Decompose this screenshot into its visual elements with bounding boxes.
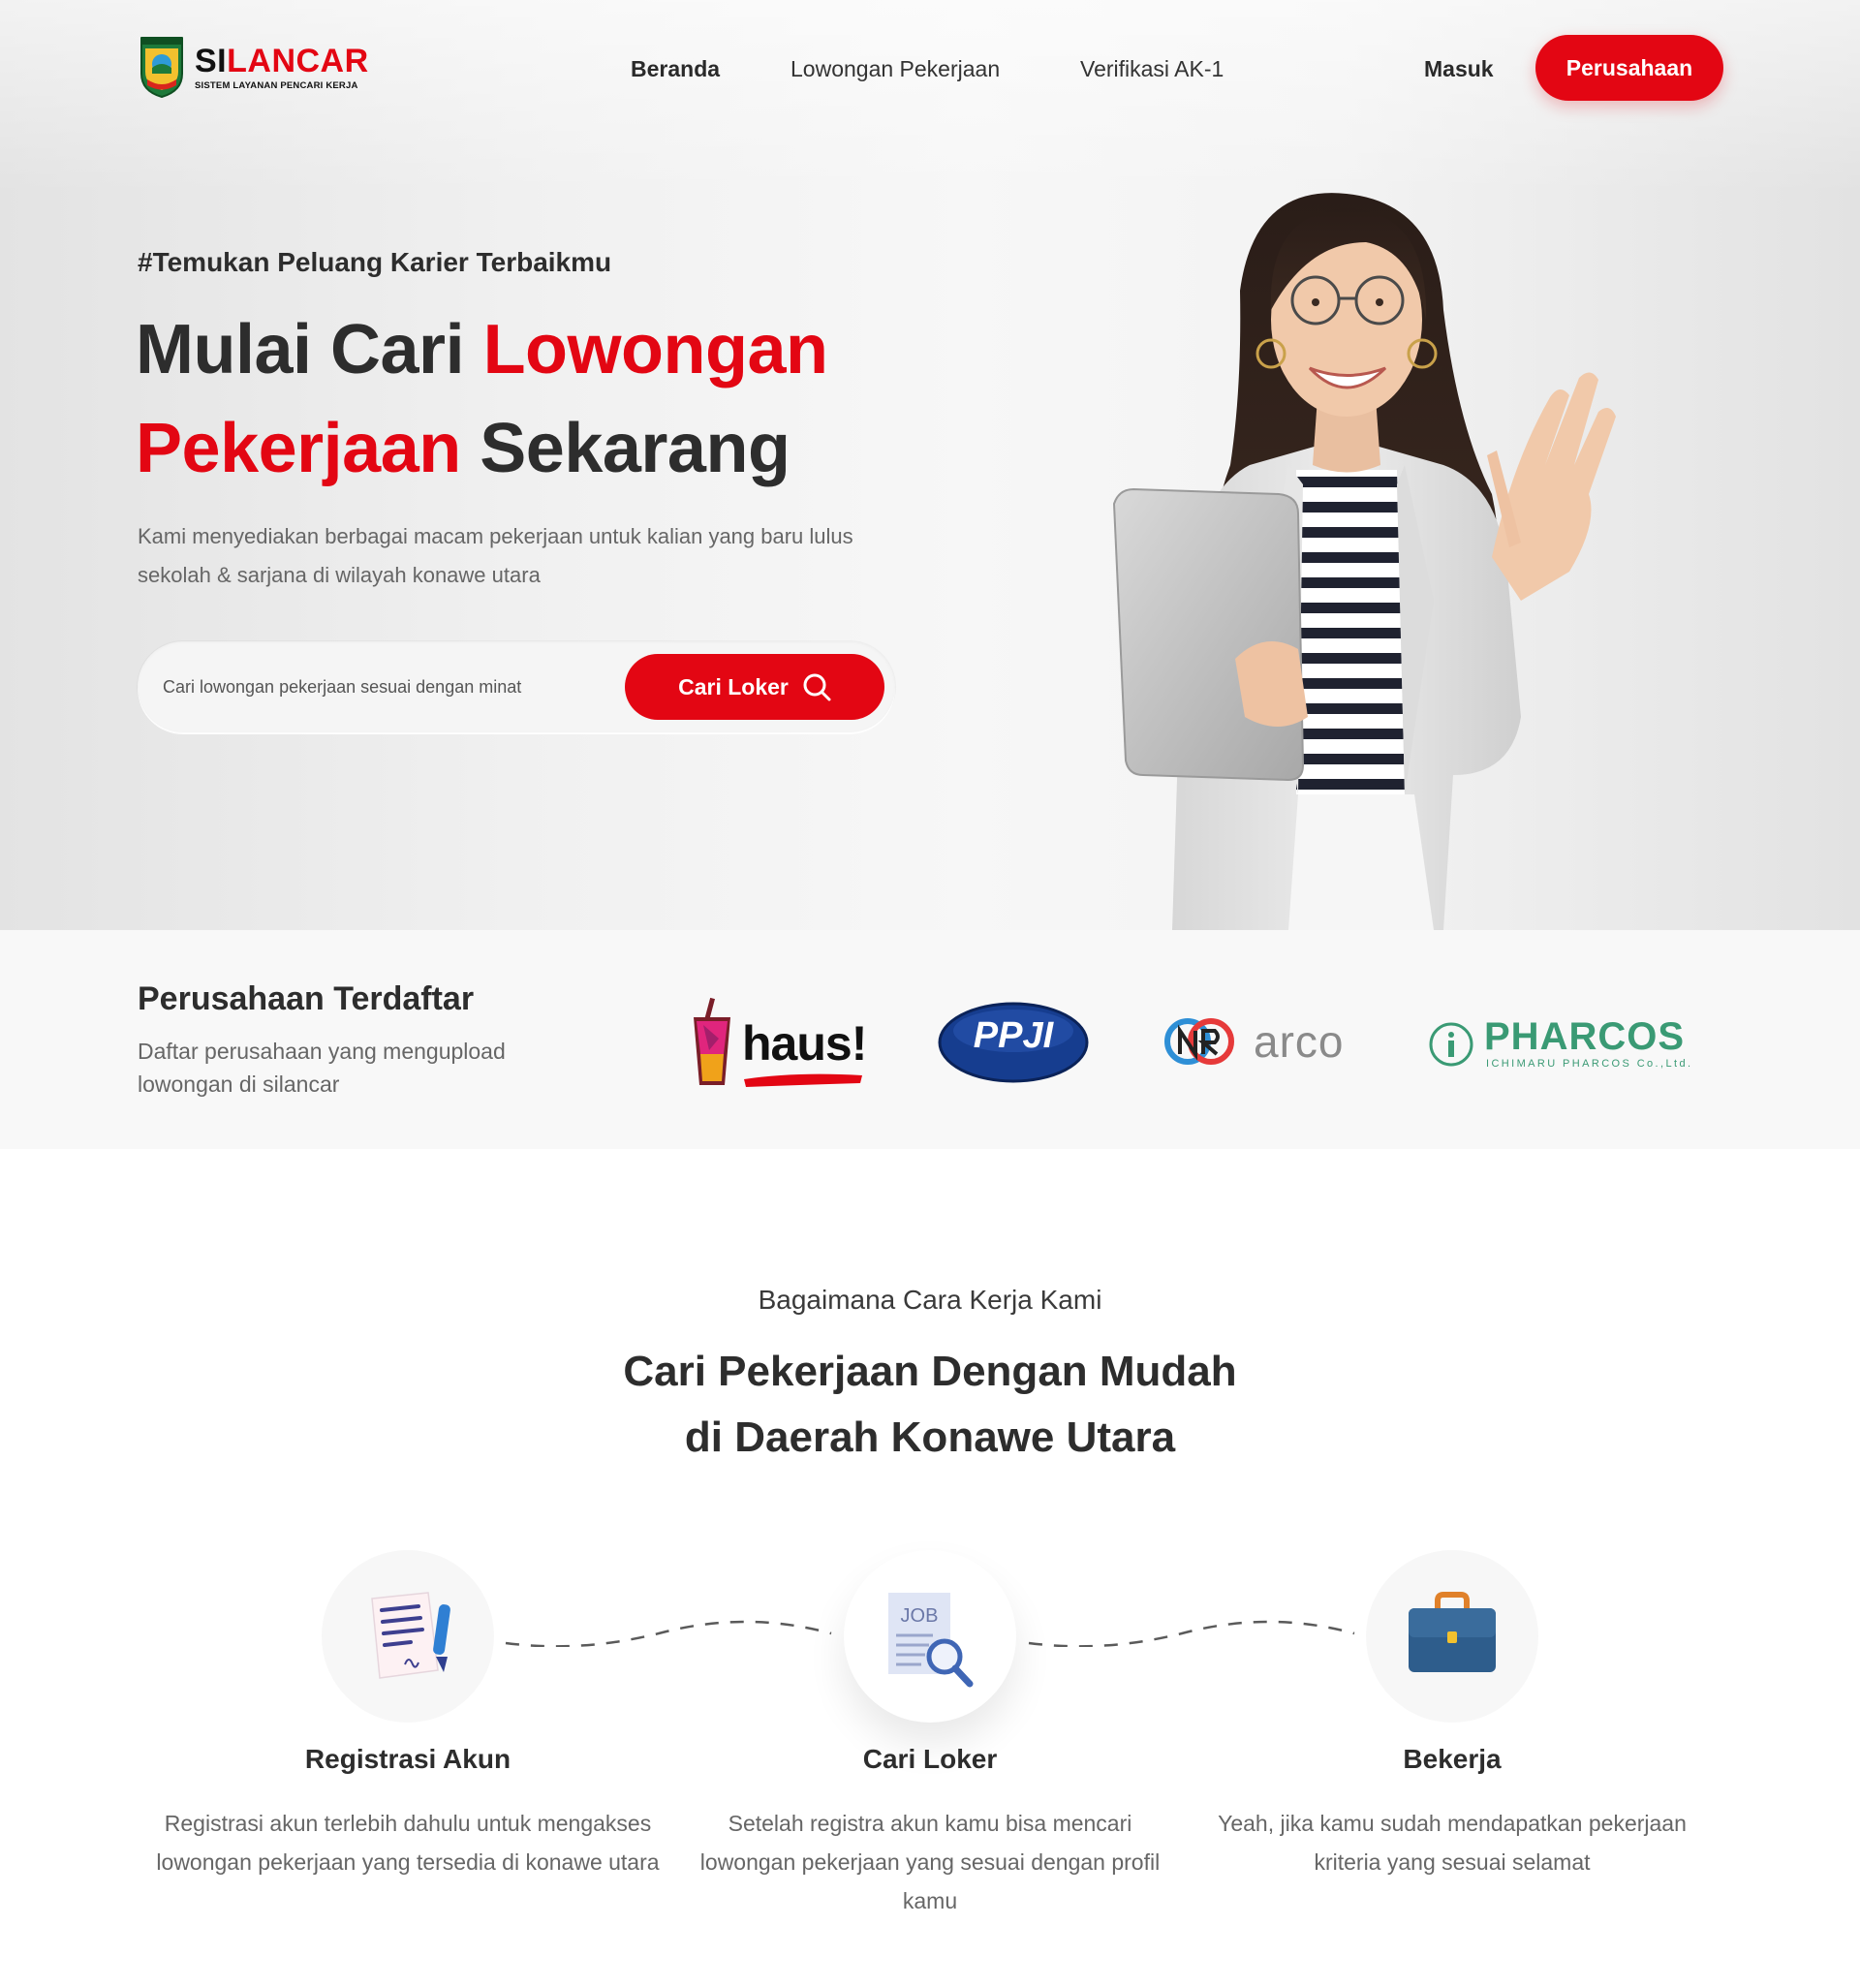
step-connector-line: [505, 1620, 832, 1647]
search-button-label: Cari Loker: [678, 673, 789, 699]
companies-title: Perusahaan Terdaftar: [138, 980, 475, 1017]
hero-headline: Mulai Cari Lowongan Pekerjaan Sekarang: [136, 311, 828, 487]
hero-section: SILANCAR SISTEM LAYANAN PENCARI KERJA Be…: [0, 0, 1860, 930]
regency-emblem-icon: [140, 37, 183, 99]
company-logo-pharcos[interactable]: PHARCOS ICHIMARU PHARCOS Co.,Ltd.: [1428, 1015, 1719, 1073]
pharcos-logo-subtext: ICHIMARU PHARCOS Co.,Ltd.: [1486, 1058, 1693, 1070]
step-description: Yeah, jika kamu sudah mendapatkan pekerj…: [1218, 1811, 1687, 1875]
how-title: Cari Pekerjaan Dengan Mudah di Daerah Kon…: [623, 1348, 1237, 1461]
ppji-logo-text: PPJI: [973, 1015, 1054, 1056]
company-logo-arco[interactable]: arco: [1164, 1011, 1358, 1072]
nav-link-verifikasi[interactable]: Verifikasi AK-1: [1080, 54, 1224, 83]
arco-emblem-icon: [1164, 1018, 1234, 1065]
hero-woman-illustration: [1112, 193, 1616, 930]
haus-logo-text: haus!: [742, 1016, 867, 1071]
step-description: Registrasi akun terlebih dahulu untuk me…: [156, 1811, 660, 1875]
job-icon-label: JOB: [901, 1605, 939, 1627]
job-search-icon: JOB: [888, 1593, 974, 1688]
login-link[interactable]: Masuk: [1424, 54, 1494, 83]
step-title: Registrasi Akun: [304, 1744, 512, 1774]
pharcos-logo-text: PHARCOS: [1484, 1015, 1686, 1058]
top-navbar: SILANCAR SISTEM LAYANAN PENCARI KERJA Be…: [0, 0, 1860, 138]
step-description: Setelah registra akun kamu bisa mencari …: [699, 1811, 1161, 1913]
step-icon-circle: [322, 1550, 494, 1723]
registered-companies-section: Perusahaan Terdaftar Daftar perusahaan y…: [0, 930, 1860, 1149]
job-search-bar: Cari Loker: [138, 641, 895, 732]
logo-subtitle: SISTEM LAYANAN PENCARI KERJA: [195, 79, 358, 91]
search-icon: [803, 673, 831, 701]
step-icon-circle: [1366, 1550, 1538, 1723]
arco-logo-text: arco: [1254, 1016, 1345, 1067]
companies-description: Daftar perusahaan yang mengupload lowong…: [138, 1039, 506, 1097]
step-icon-circle-active: JOB: [844, 1550, 1016, 1723]
nav-link-lowongan[interactable]: Lowongan Pekerjaan: [790, 54, 1000, 83]
step-title: Cari Loker: [862, 1744, 998, 1774]
nav-link-beranda[interactable]: Beranda: [631, 54, 720, 83]
briefcase-icon: [1409, 1592, 1496, 1672]
search-jobs-button[interactable]: Cari Loker: [625, 654, 884, 720]
contract-signing-icon: [371, 1592, 450, 1679]
company-logo-ppji[interactable]: PPJI: [938, 1002, 1089, 1083]
pharcos-info-icon: [1429, 1022, 1473, 1067]
step-connector-line: [1028, 1620, 1355, 1647]
how-kicker: Bagaimana Cara Kerja Kami: [758, 1285, 1102, 1315]
company-button[interactable]: Perusahaan: [1535, 35, 1723, 101]
step-title: Bekerja: [1403, 1744, 1502, 1774]
company-logo-haus[interactable]: haus!: [690, 996, 874, 1089]
logo-wordmark: SILANCAR: [195, 42, 369, 79]
hero-tagline: #Temukan Peluang Karier Terbaikmu: [138, 247, 612, 277]
site-logo[interactable]: SILANCAR SISTEM LAYANAN PENCARI KERJA: [138, 35, 369, 99]
hero-description: Kami menyediakan berbagai macam pekerjaa…: [138, 524, 853, 587]
